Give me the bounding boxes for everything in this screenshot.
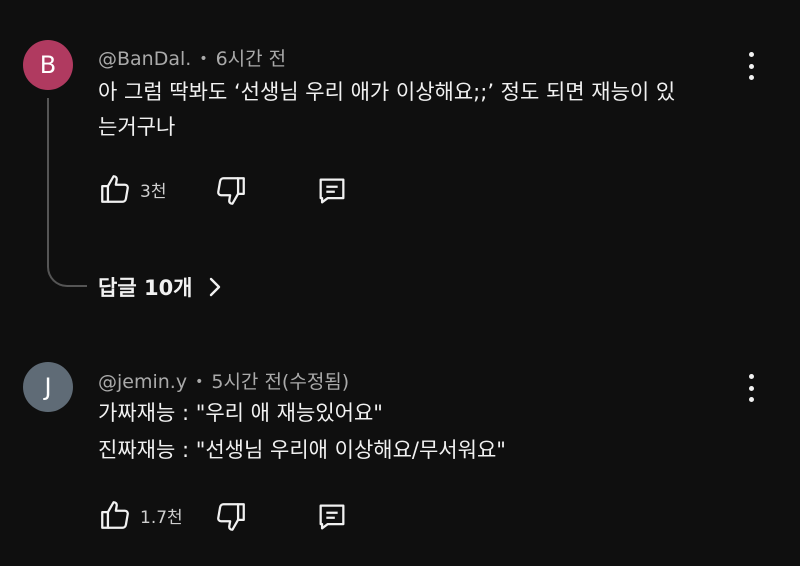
reply-button[interactable] (315, 174, 349, 208)
more-vert-icon (748, 52, 754, 57)
comment-timestamp[interactable]: 6시간 전 (216, 48, 287, 70)
comment-author-handle[interactable]: @jemin.y (98, 371, 187, 393)
reply-button[interactable] (315, 500, 349, 534)
meta-separator: • (195, 374, 204, 390)
dislike-icon (217, 503, 245, 531)
comment-meta: @jemin.y • 5시간 전(수정됨) (98, 367, 349, 394)
reply-icon (319, 504, 345, 530)
comment-timestamp[interactable]: 5시간 전(수정됨) (211, 371, 349, 393)
view-replies-button[interactable]: 답글 10개 (98, 272, 223, 302)
like-count: 1.7천 (140, 507, 183, 528)
dislike-button[interactable] (214, 500, 248, 534)
comment-text-line: 가짜재능 : "우리 애 재능있어요" (98, 401, 383, 425)
more-options-button[interactable] (745, 52, 757, 80)
comment-meta: @BanDal. • 6시간 전 (98, 44, 286, 71)
reply-icon (319, 178, 345, 204)
comment-author-handle[interactable]: @BanDal. (98, 48, 191, 70)
comment-text-line: 는거구나 (98, 115, 176, 139)
comment-text-line: 아 그럼 딱봐도 ‘선생님 우리 애가 이상해요;;’ 정도 되면 재능이 있 (98, 80, 676, 104)
replies-label: 답글 10개 (98, 276, 193, 300)
comment-text: 가짜재능 : "우리 애 재능있어요" 진짜재능 : "선생님 우리애 이상해요… (98, 396, 506, 468)
more-vert-icon (748, 374, 754, 379)
like-icon (101, 501, 129, 529)
like-count: 3천 (140, 181, 167, 202)
like-button[interactable]: 3천 (98, 172, 166, 206)
dislike-button[interactable] (214, 174, 248, 208)
comment-text: 아 그럼 딱봐도 ‘선생님 우리 애가 이상해요;;’ 정도 되면 재능이 있 … (98, 75, 675, 145)
avatar[interactable]: B (23, 40, 73, 90)
comment-text-line: 진짜재능 : "선생님 우리애 이상해요/무서워요" (98, 438, 506, 462)
like-button[interactable]: 1.7천 (98, 498, 183, 532)
meta-separator: • (199, 51, 208, 67)
avatar[interactable]: J (23, 362, 73, 412)
thread-connector-line (47, 98, 87, 287)
like-icon (101, 175, 129, 203)
dislike-icon (217, 177, 245, 205)
chevron-right-icon (209, 277, 220, 297)
more-options-button[interactable] (745, 374, 757, 402)
